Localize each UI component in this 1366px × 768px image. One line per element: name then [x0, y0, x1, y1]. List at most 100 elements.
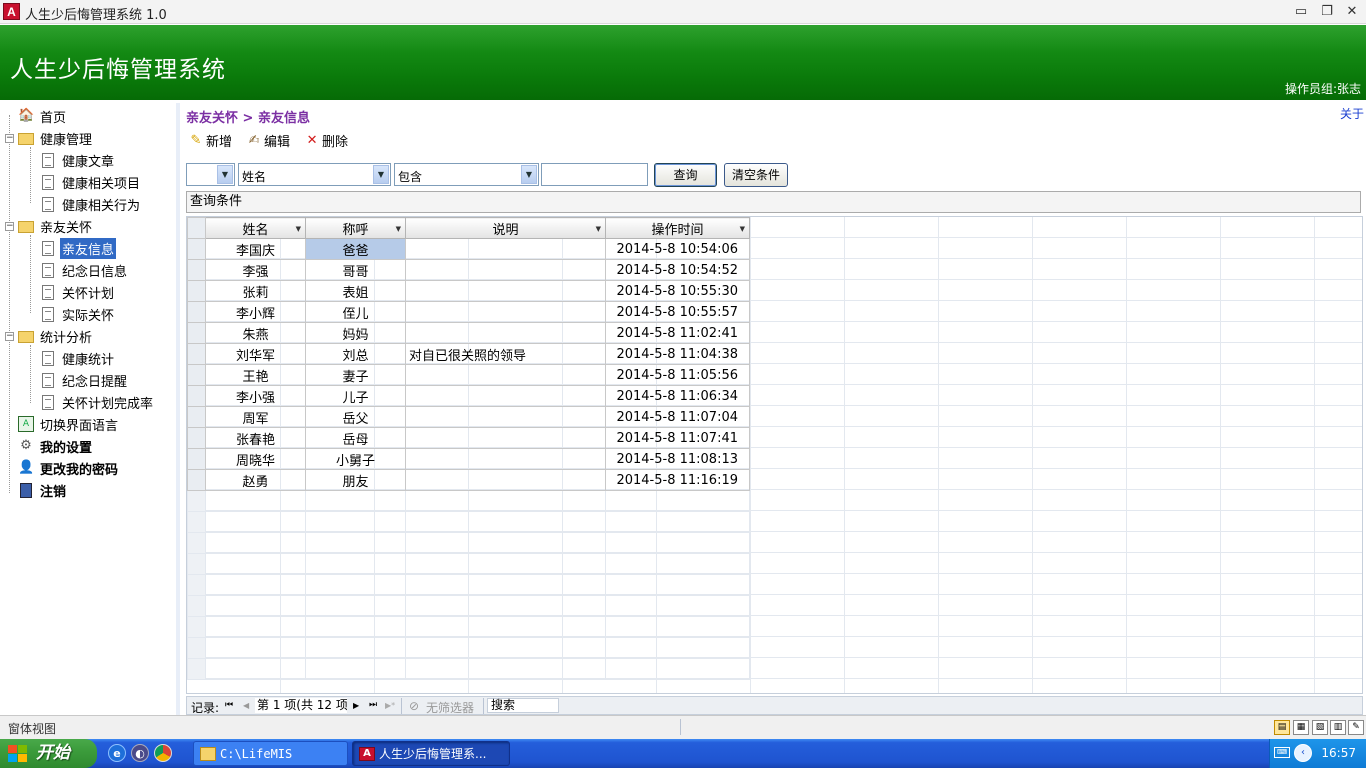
- table-cell[interactable]: 刘华军: [205, 343, 306, 365]
- new-button[interactable]: ✎ 新增: [188, 131, 232, 151]
- tree-item-statistics[interactable]: 统计分析: [18, 326, 94, 346]
- tree-item-change-password[interactable]: 👤 更改我的密码: [18, 458, 120, 478]
- table-cell[interactable]: 朱燕: [205, 322, 306, 344]
- row-selector[interactable]: [187, 280, 206, 302]
- table-cell[interactable]: 小舅子: [305, 448, 406, 470]
- filter-funnel-icon[interactable]: ⊘: [409, 699, 419, 713]
- column-header-name[interactable]: 姓名 ▼: [205, 217, 306, 239]
- media-player-icon[interactable]: ◐: [131, 744, 149, 762]
- taskbar-access-window[interactable]: A 人生少后悔管理系...: [352, 741, 510, 766]
- record-position-field[interactable]: 第 1 项(共 12 项: [255, 698, 347, 713]
- table-cell[interactable]: 李小辉: [205, 301, 306, 323]
- table-cell[interactable]: [405, 280, 606, 302]
- table-cell[interactable]: [405, 259, 606, 281]
- tree-item-health-stats[interactable]: 健康统计: [40, 348, 116, 368]
- table-cell[interactable]: [405, 469, 606, 491]
- row-selector[interactable]: [187, 364, 206, 386]
- internet-explorer-icon[interactable]: e: [108, 744, 126, 762]
- table-row[interactable]: 周晓华 小舅子 2014-5-8 11:08:13: [187, 448, 750, 470]
- operator-select[interactable]: 包含 ▼: [394, 163, 539, 186]
- tree-item-anniversary-reminder[interactable]: 纪念日提醒: [40, 370, 129, 390]
- tree-item-care-plan-completion[interactable]: 关怀计划完成率: [40, 392, 155, 412]
- prev-record-icon[interactable]: ◀: [243, 701, 249, 710]
- table-cell[interactable]: 2014-5-8 11:07:04: [605, 406, 750, 428]
- table-cell[interactable]: [405, 385, 606, 407]
- table-row[interactable]: 周军 岳父 2014-5-8 11:07:04: [187, 406, 750, 428]
- tree-item-anniversary-info[interactable]: 纪念日信息: [40, 260, 129, 280]
- row-selector[interactable]: [187, 385, 206, 407]
- table-cell[interactable]: 周军: [205, 406, 306, 428]
- last-record-icon[interactable]: ⏭: [369, 700, 377, 710]
- taskbar-explorer-window[interactable]: C:\LifeMIS: [193, 741, 348, 766]
- table-cell[interactable]: 李小强: [205, 385, 306, 407]
- tree-item-actual-care[interactable]: 实际关怀: [40, 304, 116, 324]
- table-cell[interactable]: [405, 301, 606, 323]
- column-header-operation-time[interactable]: 操作时间 ▼: [605, 217, 750, 239]
- table-row[interactable]: 张春艳 岳母 2014-5-8 11:07:41: [187, 427, 750, 449]
- tree-item-home[interactable]: 🏠 首页: [18, 106, 68, 126]
- tree-item-my-settings[interactable]: ⚙ 我的设置: [18, 436, 94, 456]
- form-view-icon[interactable]: ▤: [1274, 720, 1290, 735]
- table-cell[interactable]: 爸爸: [305, 238, 406, 260]
- edit-button[interactable]: ✍ 编辑: [246, 131, 290, 151]
- field-select[interactable]: 姓名 ▼: [238, 163, 391, 186]
- table-cell[interactable]: 2014-5-8 10:54:52: [605, 259, 750, 281]
- navigator-search-input[interactable]: 搜索: [487, 698, 559, 713]
- table-cell[interactable]: 表姐: [305, 280, 406, 302]
- keyboard-icon[interactable]: ⌨: [1274, 747, 1290, 758]
- sort-arrow-icon[interactable]: ▼: [596, 225, 601, 233]
- table-cell[interactable]: 2014-5-8 10:55:30: [605, 280, 750, 302]
- logic-select[interactable]: ▼: [186, 163, 235, 186]
- tree-item-logout[interactable]: 注销: [18, 480, 68, 500]
- table-row[interactable]: 李强 哥哥 2014-5-8 10:54:52: [187, 259, 750, 281]
- next-record-icon[interactable]: ▶: [353, 701, 359, 710]
- expander-health[interactable]: −: [5, 134, 14, 143]
- table-cell[interactable]: [405, 238, 606, 260]
- delete-button[interactable]: ✕ 删除: [304, 131, 348, 151]
- select-all-corner[interactable]: [187, 217, 206, 239]
- row-selector[interactable]: [187, 406, 206, 428]
- table-cell[interactable]: 李强: [205, 259, 306, 281]
- chrome-icon[interactable]: [154, 744, 172, 762]
- expander-stats[interactable]: −: [5, 332, 14, 341]
- row-selector[interactable]: [187, 301, 206, 323]
- pivot-chart-view-icon[interactable]: ▥: [1330, 720, 1346, 735]
- table-cell[interactable]: 2014-5-8 11:07:41: [605, 427, 750, 449]
- start-button[interactable]: 开始: [0, 739, 97, 768]
- tree-item-health-management[interactable]: 健康管理: [18, 128, 94, 148]
- column-header-description[interactable]: 说明 ▼: [405, 217, 606, 239]
- table-row[interactable]: 王艳 妻子 2014-5-8 11:05:56: [187, 364, 750, 386]
- table-cell[interactable]: 哥哥: [305, 259, 406, 281]
- tree-item-health-projects[interactable]: 健康相关项目: [40, 172, 142, 192]
- table-cell[interactable]: [405, 322, 606, 344]
- row-selector[interactable]: [187, 427, 206, 449]
- table-cell[interactable]: 2014-5-8 11:05:56: [605, 364, 750, 386]
- table-cell[interactable]: 儿子: [305, 385, 406, 407]
- table-cell[interactable]: [405, 448, 606, 470]
- table-cell[interactable]: 妈妈: [305, 322, 406, 344]
- row-selector[interactable]: [187, 322, 206, 344]
- table-cell[interactable]: 妻子: [305, 364, 406, 386]
- table-cell[interactable]: [405, 364, 606, 386]
- table-cell[interactable]: 张莉: [205, 280, 306, 302]
- table-cell[interactable]: 2014-5-8 11:08:13: [605, 448, 750, 470]
- table-row[interactable]: 李国庆 爸爸 2014-5-8 10:54:06: [187, 238, 750, 260]
- tray-expand-icon[interactable]: ‹: [1294, 744, 1312, 762]
- tree-item-switch-language[interactable]: A 切换界面语言: [18, 414, 120, 434]
- row-selector[interactable]: [187, 469, 206, 491]
- query-button[interactable]: 查询: [654, 163, 717, 187]
- restore-button[interactable]: ❐: [1316, 3, 1338, 21]
- tree-item-family-care[interactable]: 亲友关怀: [18, 216, 94, 236]
- table-cell[interactable]: 周晓华: [205, 448, 306, 470]
- row-selector[interactable]: [187, 238, 206, 260]
- new-record-icon[interactable]: ▶*: [385, 701, 395, 710]
- table-cell[interactable]: 2014-5-8 10:54:06: [605, 238, 750, 260]
- datasheet-grid[interactable]: 姓名 ▼ 称呼 ▼ 说明 ▼ 操作时间 ▼ 李国庆 爸爸 2014-5-8 10:54:06…: [186, 216, 1363, 694]
- table-cell[interactable]: [405, 427, 606, 449]
- table-cell[interactable]: 赵勇: [205, 469, 306, 491]
- table-cell[interactable]: 朋友: [305, 469, 406, 491]
- tree-item-family-info[interactable]: 亲友信息: [40, 237, 117, 259]
- table-cell[interactable]: [405, 406, 606, 428]
- table-cell[interactable]: 李国庆: [205, 238, 306, 260]
- table-row[interactable]: 刘华军 刘总 对自已很关照的领导 2014-5-8 11:04:38: [187, 343, 750, 365]
